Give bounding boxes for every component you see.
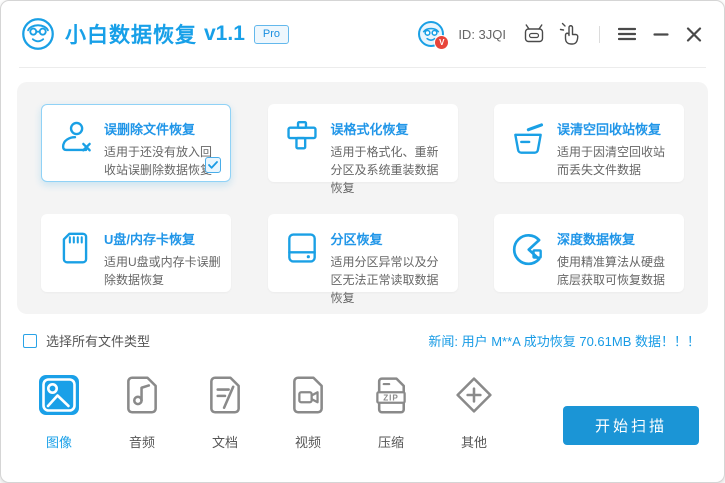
header-divider: [19, 67, 706, 68]
file-type-label: 音频: [129, 432, 155, 451]
robot-icon[interactable]: [522, 22, 546, 46]
close-button[interactable]: [684, 25, 704, 44]
card-desc: 使用精准算法从硬盘底层获取可恢复数据: [557, 253, 675, 289]
minimize-button[interactable]: [651, 25, 671, 43]
card-title: 误删除文件恢复: [104, 119, 222, 138]
audio-file-icon: [122, 375, 162, 415]
file-type-video[interactable]: 视频: [287, 375, 329, 451]
file-type-audio[interactable]: 音频: [121, 375, 163, 451]
card-recycle-bin-recovery[interactable]: 误清空回收站恢复 适用于因清空回收站而丢失文件数据: [494, 104, 684, 182]
app-window: 小白数据恢复 v1.1 Pro V ID: 3JQI: [0, 0, 725, 483]
menu-button[interactable]: [616, 25, 638, 43]
user-id-label: ID: 3JQI: [458, 27, 506, 42]
file-type-other[interactable]: 其他: [453, 375, 495, 451]
file-type-label: 图像: [46, 432, 72, 451]
card-desc: 适用于格式化、重新分区及系统重装数据恢复: [331, 143, 449, 197]
header-separator: [599, 26, 600, 43]
file-type-label: 其他: [461, 432, 487, 451]
card-desc: 适用U盘或内存卡误删除数据恢复: [104, 253, 222, 289]
app-title: 小白数据恢复: [65, 19, 197, 49]
user-x-icon: [56, 119, 94, 163]
recycle-bin-icon: [509, 119, 547, 163]
title-bar: 小白数据恢复 v1.1 Pro V ID: 3JQI: [1, 1, 724, 67]
user-avatar[interactable]: V: [417, 20, 445, 48]
zip-icon-text: ZIP: [383, 393, 398, 402]
card-title: U盘/内存卡恢复: [104, 229, 222, 248]
select-all-label: 选择所有文件类型: [46, 331, 150, 350]
card-title: 深度数据恢复: [557, 229, 675, 248]
card-title: 误清空回收站恢复: [557, 119, 675, 138]
select-all-checkbox[interactable]: [23, 334, 37, 348]
card-partition-recovery[interactable]: 分区恢复 适用分区异常以及分区无法正常读取数据恢复: [268, 214, 458, 292]
card-title: 分区恢复: [331, 229, 449, 248]
recovery-mode-panel: 误删除文件恢复 适用于还没有放入回收站误删除数据恢复 误格式化恢复 适用于格式化…: [17, 82, 708, 314]
card-desc: 适用分区异常以及分区无法正常读取数据恢复: [331, 253, 449, 307]
card-title: 误格式化恢复: [331, 119, 449, 138]
file-type-document[interactable]: 文档: [204, 375, 246, 451]
sd-card-icon: [56, 229, 94, 273]
file-type-bar: 图像 音频 文档: [38, 375, 699, 451]
start-scan-button[interactable]: 开始扫描: [563, 406, 699, 445]
file-type-archive[interactable]: ZIP 压缩: [370, 375, 412, 451]
file-type-label: 文档: [212, 432, 238, 451]
document-icon: [205, 375, 245, 415]
card-desc: 适用于因清空回收站而丢失文件数据: [557, 143, 675, 179]
hard-drive-icon: [283, 229, 321, 273]
card-selected-checkbox[interactable]: [205, 157, 221, 173]
card-usb-sdcard-recovery[interactable]: U盘/内存卡恢复 适用U盘或内存卡误删除数据恢复: [41, 214, 231, 292]
deep-scan-icon: [509, 229, 547, 273]
vip-badge: V: [434, 35, 449, 50]
format-brush-icon: [283, 119, 321, 163]
card-deleted-file-recovery[interactable]: 误删除文件恢复 适用于还没有放入回收站误删除数据恢复: [41, 104, 231, 182]
news-ticker: 新闻: 用户 M**A 成功恢复 70.61MB 数据！！！: [428, 331, 700, 350]
file-type-label: 压缩: [378, 432, 404, 451]
file-type-image[interactable]: 图像: [38, 375, 80, 451]
other-plus-icon: [454, 375, 494, 415]
card-format-recovery[interactable]: 误格式化恢复 适用于格式化、重新分区及系统重装数据恢复: [268, 104, 458, 182]
image-icon: [39, 375, 79, 415]
file-type-label: 视频: [295, 432, 321, 451]
filter-row: 选择所有文件类型 新闻: 用户 M**A 成功恢复 70.61MB 数据！！！: [23, 331, 700, 350]
video-file-icon: [288, 375, 328, 415]
pro-badge: Pro: [254, 25, 289, 44]
card-deep-recovery[interactable]: 深度数据恢复 使用精准算法从硬盘底层获取可恢复数据: [494, 214, 684, 292]
hand-pointer-icon[interactable]: [559, 22, 583, 46]
app-logo-icon: [21, 17, 55, 51]
zip-file-icon: ZIP: [371, 375, 411, 415]
app-version: v1.1: [204, 22, 245, 46]
